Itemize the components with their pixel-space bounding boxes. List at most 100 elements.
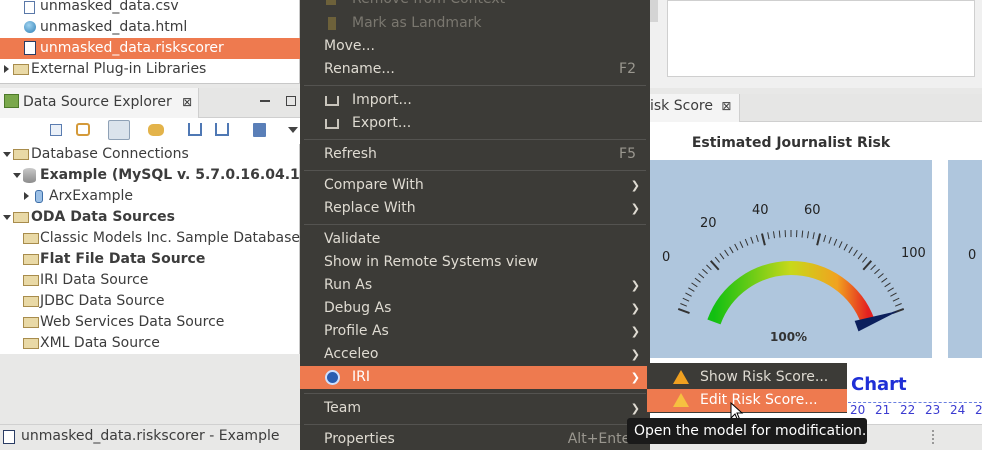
menu-item-debug-as[interactable]: Debug As ❯ [300, 297, 650, 320]
menu-item-validate[interactable]: Validate [300, 228, 650, 251]
gauge-color-band [707, 261, 875, 325]
submenu-arrow-icon: ❯ [630, 371, 640, 384]
menu-item-iri[interactable]: IRI ❯ [300, 366, 650, 389]
submenu-arrow-icon: ❯ [630, 279, 640, 292]
menu-item-show-in-remote-systems[interactable]: Show in Remote Systems view [300, 251, 650, 274]
export-icon[interactable] [215, 123, 229, 136]
remove-icon [326, 0, 336, 5]
submenu-arrow-icon: ❯ [630, 325, 640, 338]
tick-label-40: 40 [752, 203, 769, 218]
tree-item-jdbc[interactable]: JDBC Data Source [0, 291, 300, 312]
schema-icon [35, 190, 43, 203]
menu-item-run-as[interactable]: Run As ❯ [300, 274, 650, 297]
tree-item-example-connection[interactable]: Example (MySQL v. 5.7.0.16.04.1) [0, 165, 306, 186]
view-menu-icon[interactable] [288, 127, 298, 133]
close-icon[interactable]: ⊠ [721, 99, 731, 113]
menu-separator [304, 85, 646, 86]
gauge-tick [874, 268, 880, 275]
tree-item-database-connections[interactable]: Database Connections [0, 144, 300, 165]
gauge-tick [706, 264, 712, 271]
gauge-tick [714, 256, 720, 263]
menu-item-import[interactable]: Import... [300, 89, 650, 112]
gauge-tick [767, 232, 770, 240]
gauge-tick [739, 241, 744, 248]
gauge-tick [734, 243, 739, 251]
gauge-svg: 0 20 40 60 100 100% [662, 203, 926, 344]
menu-item-rename[interactable]: Rename... F2 [300, 58, 650, 81]
database-icon [23, 168, 36, 183]
submenu-arrow-icon: ❯ [630, 348, 640, 361]
separator-handle-icon [932, 430, 934, 444]
tree-item-iri-data-source[interactable]: IRI Data Source [0, 270, 300, 291]
save-icon[interactable] [253, 123, 266, 137]
globe-icon [24, 21, 36, 33]
collapse-arrow-icon [3, 152, 11, 157]
tab-data-source-explorer[interactable]: Data Source Explorer ⊠ [0, 88, 200, 118]
riskscorer-file-icon [24, 41, 36, 55]
gauge-tick [862, 260, 873, 271]
menu-item-move[interactable]: Move... [300, 35, 650, 58]
menu-item-refresh[interactable]: Refresh F5 [300, 143, 650, 166]
menu-item-replace-with[interactable]: Replace With ❯ [300, 197, 650, 220]
expand-arrow-icon [24, 192, 29, 200]
editor-scrollbar[interactable] [650, 0, 658, 22]
gauge-tick [677, 308, 690, 315]
connect-icon[interactable] [148, 124, 164, 136]
minimize-icon[interactable] [260, 100, 270, 102]
gauge-tick [890, 292, 897, 297]
gauge-tick [709, 260, 720, 271]
tree-item-flat-file[interactable]: Flat File Data Source [0, 249, 300, 270]
menu-item-profile-as[interactable]: Profile As ❯ [300, 320, 650, 343]
chart-title-fragment: Chart [851, 374, 907, 395]
gauge-tick [729, 246, 734, 254]
tree-item-plugin-libraries[interactable]: External Plug-in Libraries [0, 59, 300, 80]
tree-item-csv[interactable]: unmasked_data.csv [0, 0, 300, 17]
database-explorer-icon [4, 94, 19, 108]
tick-label-60: 60 [804, 203, 821, 218]
link-editor-icon[interactable] [76, 123, 90, 136]
filter-icon[interactable] [108, 120, 130, 140]
gauge-tick [724, 249, 729, 257]
journalist-risk-gauge: 0 20 40 60 100 100% [650, 160, 932, 358]
menu-item-show-risk-score[interactable]: Show Risk Score... [647, 366, 847, 389]
gauge-tick [755, 234, 759, 242]
submenu-arrow-icon: ❯ [630, 179, 640, 192]
tree-item-arxexample[interactable]: ArxExample [0, 186, 300, 207]
menu-item-remove-from-context[interactable]: Remove from Context [300, 0, 650, 11]
tree-item-riskscorer[interactable]: unmasked_data.riskscorer [0, 38, 300, 59]
menu-item-properties[interactable]: Properties Alt+Enter [300, 428, 650, 450]
menu-item-mark-as-landmark[interactable]: Mark as Landmark [300, 12, 650, 35]
tree-item-html[interactable]: unmasked_data.html [0, 17, 300, 38]
project-explorer: unmasked_data.csv unmasked_data.html unm… [0, 0, 300, 84]
axis-tick: 24 [950, 403, 966, 417]
submenu-arrow-icon: ❯ [630, 302, 640, 315]
maximize-icon[interactable] [286, 96, 296, 106]
editor-content [667, 0, 975, 77]
tick-label-100: 100 [901, 246, 926, 261]
gauge-tick [833, 238, 838, 246]
tick-label-20: 20 [700, 216, 717, 231]
gauge-tick [702, 268, 708, 275]
tab-risk-score[interactable]: isk Score ⊠ [650, 94, 741, 122]
tooltip: Open the model for modification. [627, 418, 867, 444]
tree-item-xml[interactable]: XML Data Source [0, 333, 300, 354]
export-icon [325, 119, 339, 129]
menu-item-acceleo[interactable]: Acceleo ❯ [300, 343, 650, 366]
folder-icon [23, 254, 39, 265]
tree-item-classic-models[interactable]: Classic Models Inc. Sample Database [0, 228, 300, 249]
menu-item-team[interactable]: Team ❯ [300, 397, 650, 420]
menu-item-compare-with[interactable]: Compare With ❯ [300, 174, 650, 197]
tree-item-web-services[interactable]: Web Services Data Source [0, 312, 300, 333]
import-icon[interactable] [188, 123, 202, 136]
collapse-all-icon[interactable] [50, 124, 62, 136]
folder-icon [13, 64, 29, 75]
csv-file-icon [24, 1, 35, 14]
menu-item-export[interactable]: Export... [300, 112, 650, 135]
folder-icon [13, 149, 29, 160]
tree-item-oda-data-sources[interactable]: ODA Data Sources [0, 207, 300, 228]
chart-axis-fragment: 20 21 22 23 24 2 [848, 402, 982, 418]
gauge-tick [884, 282, 891, 288]
second-gauge-tick: 0 [968, 248, 977, 263]
menu-item-edit-risk-score[interactable]: Edit Risk Score... [647, 389, 847, 412]
close-icon[interactable]: ⊠ [182, 95, 192, 109]
